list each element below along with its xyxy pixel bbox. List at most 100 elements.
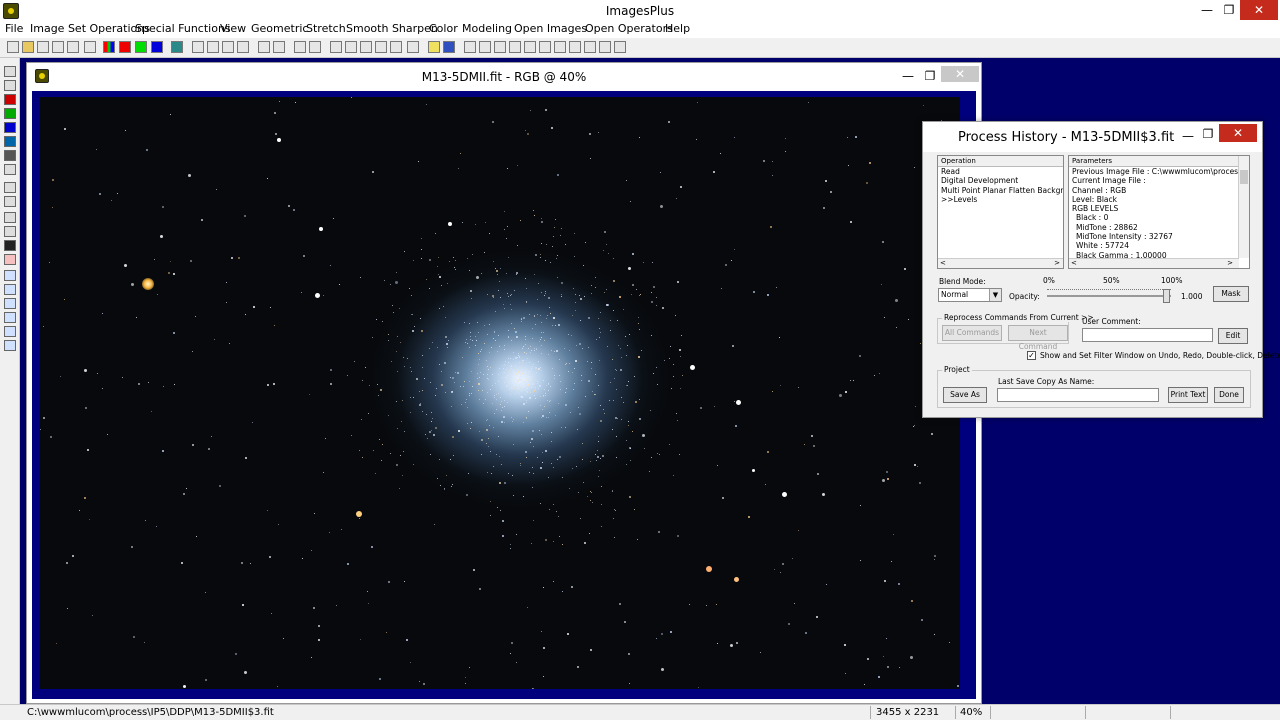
close-image-icon[interactable]	[52, 41, 64, 53]
menu-stretch[interactable]: Stretch	[306, 22, 346, 35]
menu-modeling[interactable]: Modeling	[462, 22, 512, 35]
redo-all-icon[interactable]	[237, 41, 249, 53]
zoom-in-icon[interactable]	[464, 41, 476, 53]
select-icon[interactable]	[4, 212, 16, 223]
brush-icon[interactable]	[4, 182, 16, 193]
plus-icon[interactable]	[375, 41, 387, 53]
last-save-name-input[interactable]	[997, 388, 1159, 402]
crosshair-icon[interactable]	[360, 41, 372, 53]
parameters-header[interactable]: Parameters	[1069, 156, 1249, 167]
list-item[interactable]: Read	[938, 167, 1063, 176]
parameters-hscroll[interactable]: < >	[1069, 258, 1239, 268]
red-channel-icon[interactable]	[119, 41, 131, 53]
undo-icon[interactable]	[192, 41, 204, 53]
user-comment-input[interactable]	[1082, 328, 1213, 342]
menu-open-images[interactable]: Open Images	[514, 22, 587, 35]
blend-mode-select[interactable]: Normal ▼	[938, 288, 1002, 302]
mask-button[interactable]: Mask	[1213, 286, 1249, 302]
arrow-right-icon[interactable]	[4, 298, 16, 309]
rect-select-icon[interactable]	[4, 254, 16, 265]
zoom-plus-box-icon[interactable]	[524, 41, 536, 53]
rgb-channel-icon[interactable]	[103, 41, 115, 53]
save-layer-icon[interactable]	[4, 66, 16, 77]
green-channel-icon[interactable]	[135, 41, 147, 53]
operation-list[interactable]: Operation Read Digital Development Multi…	[937, 155, 1064, 269]
black-square-icon[interactable]	[4, 80, 16, 91]
chart-icon[interactable]	[407, 41, 419, 53]
list-item[interactable]: >>Levels	[938, 195, 1063, 204]
menu-smooth-sharpen[interactable]: Smooth Sharpen	[346, 22, 438, 35]
operation-hscroll[interactable]: < >	[938, 258, 1063, 268]
layer-stack-icon[interactable]	[4, 164, 16, 175]
image-window[interactable]: M13-5DMII.fit - RGB @ 40% — ❐ ✕	[26, 62, 982, 704]
show-filter-checkbox[interactable]: ✓	[1027, 351, 1036, 360]
print-text-button[interactable]: Print Text	[1168, 387, 1208, 403]
rotate-left-icon[interactable]	[4, 312, 16, 323]
pen-icon[interactable]	[4, 196, 16, 207]
menu-open-operators[interactable]: Open Operators	[585, 22, 673, 35]
all-commands-button[interactable]: All Commands	[942, 325, 1002, 341]
opacity-slider-track[interactable]	[1047, 295, 1171, 297]
frame-icon[interactable]	[554, 41, 566, 53]
done-button[interactable]: Done	[1214, 387, 1244, 403]
scroll-thumb[interactable]	[1240, 170, 1248, 184]
menu-image-set-operations[interactable]: Image Set Operations	[30, 22, 150, 35]
histogram-icon[interactable]	[330, 41, 342, 53]
contrast-icon[interactable]	[4, 240, 16, 251]
arrow-up-icon[interactable]	[4, 284, 16, 295]
point-red-icon[interactable]	[273, 41, 285, 53]
point-icon[interactable]	[258, 41, 270, 53]
info-icon[interactable]	[443, 41, 455, 53]
save-as-button[interactable]: Save As	[943, 387, 987, 403]
red-square-icon[interactable]	[4, 94, 16, 105]
menu-file[interactable]: File	[5, 22, 23, 35]
undo-all-icon[interactable]	[222, 41, 234, 53]
open-folder-icon[interactable]	[22, 41, 34, 53]
edit-button[interactable]: Edit	[1218, 328, 1248, 344]
list-item[interactable]: Multi Point Planar Flatten Background	[938, 186, 1063, 195]
rotate-right-icon[interactable]	[4, 326, 16, 337]
star-field-image[interactable]	[40, 97, 960, 689]
save-icon[interactable]	[37, 41, 49, 53]
gray-square-icon[interactable]	[4, 150, 16, 161]
move-icon[interactable]	[4, 270, 16, 281]
show-filter-label[interactable]: Show and Set Filter Window on Undo, Redo…	[1040, 351, 1280, 360]
print-icon[interactable]	[84, 41, 96, 53]
blue-channel-icon[interactable]	[151, 41, 163, 53]
profile-icon[interactable]	[309, 41, 321, 53]
blue-square-icon[interactable]	[4, 122, 16, 133]
redo-icon[interactable]	[207, 41, 219, 53]
zoom-fit-icon[interactable]	[494, 41, 506, 53]
image-close-button[interactable]: ✕	[941, 66, 979, 82]
frame-5-icon[interactable]	[614, 41, 626, 53]
frame-3-icon[interactable]	[584, 41, 596, 53]
parameters-list[interactable]: Parameters Previous Image File : C:\wwwm…	[1068, 155, 1250, 269]
grid-icon[interactable]	[171, 41, 183, 53]
opacity-slider-thumb[interactable]	[1163, 289, 1170, 303]
menu-help[interactable]: Help	[665, 22, 690, 35]
grid-lines-icon[interactable]	[390, 41, 402, 53]
process-history-titlebar[interactable]: Process History - M13-5DMII$3.fit — ❐ ✕	[923, 122, 1262, 152]
zoom-minus-box-icon[interactable]	[539, 41, 551, 53]
parameters-vscroll[interactable]	[1238, 156, 1249, 258]
pencil-icon[interactable]	[428, 41, 440, 53]
next-command-button[interactable]: Next Command	[1008, 325, 1068, 351]
new-file-icon[interactable]	[7, 41, 19, 53]
menu-color[interactable]: Color	[429, 22, 458, 35]
line-icon[interactable]	[294, 41, 306, 53]
menu-special-functions[interactable]: Special Functions	[135, 22, 231, 35]
list-icon[interactable]	[4, 226, 16, 237]
close-all-icon[interactable]	[67, 41, 79, 53]
flip-icon[interactable]	[4, 340, 16, 351]
zoom-out-icon[interactable]	[479, 41, 491, 53]
chevron-down-icon[interactable]: ▼	[989, 289, 1001, 301]
dialog-close-button[interactable]: ✕	[1219, 124, 1257, 142]
operation-header[interactable]: Operation	[938, 156, 1063, 167]
menu-geometric[interactable]: Geometric	[251, 22, 308, 35]
close-button[interactable]: ✕	[1240, 0, 1278, 20]
cyan-square-icon[interactable]	[4, 136, 16, 147]
process-history-dialog[interactable]: Process History - M13-5DMII$3.fit — ❐ ✕ …	[922, 121, 1280, 418]
green-square-icon[interactable]	[4, 108, 16, 119]
zoom-actual-icon[interactable]	[509, 41, 521, 53]
list-item[interactable]: Digital Development	[938, 176, 1063, 185]
